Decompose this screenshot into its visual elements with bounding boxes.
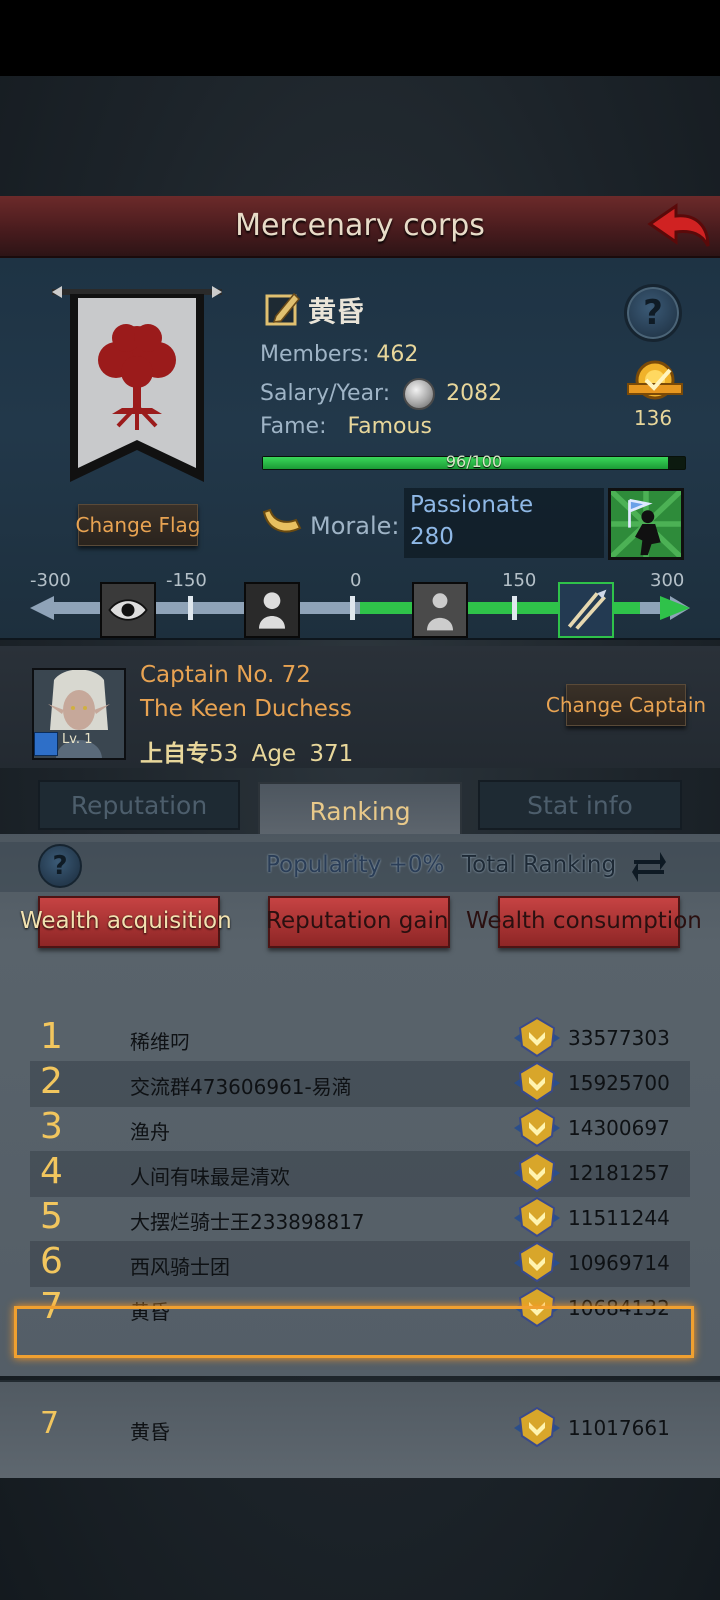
scale-tick-label: -300: [30, 570, 71, 591]
scale-tick-label: -150: [166, 570, 207, 591]
gold-shield-badge-icon: [514, 1196, 560, 1238]
scale-tick-label: 300: [650, 570, 685, 591]
player-name: 人间有味最是清欢: [130, 1165, 290, 1189]
question-icon: ?: [52, 851, 68, 881]
player-score: 33577303: [568, 1026, 670, 1050]
gold-shield-badge-icon: [514, 1151, 560, 1193]
my-rank-score: 11017661: [568, 1416, 670, 1440]
player-name: 交流群473606961-易滴: [130, 1075, 352, 1099]
change-flag-button[interactable]: Change Flag: [76, 504, 200, 546]
fame-progress-text: 96/100: [445, 452, 503, 471]
passionate-icon[interactable]: [558, 582, 614, 638]
passionate-morale-icon[interactable]: [608, 488, 684, 560]
player-score: 14300697: [568, 1116, 670, 1140]
rank-number: 5: [40, 1196, 63, 1237]
my-rank-number: 7: [40, 1406, 60, 1441]
ranking-help-button[interactable]: ?: [38, 844, 82, 888]
fame-label: Fame:: [260, 414, 327, 439]
category-label: Wealth consumption: [466, 908, 702, 934]
captain-number: Captain No. 72: [140, 662, 311, 688]
despair-icon[interactable]: [244, 582, 300, 638]
player-name: 渔舟: [130, 1120, 170, 1144]
current-player-highlight: [14, 1306, 694, 1358]
members-label: Members:: [260, 342, 370, 367]
category-label: Reputation gain: [266, 908, 449, 934]
calm-icon[interactable]: [412, 582, 468, 638]
captain-title: The Keen Duchess: [140, 696, 352, 722]
horn-icon: [262, 508, 302, 533]
gold-shield-badge-icon: [514, 1406, 560, 1448]
rank-number: 6: [40, 1241, 63, 1282]
swap-arrows-icon[interactable]: [630, 848, 668, 886]
rank-count: 136: [633, 406, 673, 430]
morale-value: 280: [410, 524, 454, 550]
gold-shield-badge-icon: [514, 1016, 560, 1058]
fame-line: Fame: Famous: [260, 414, 432, 439]
age-value: 371: [309, 741, 354, 767]
members-value: 462: [376, 342, 419, 367]
popularity-text: Popularity +0%: [266, 852, 445, 878]
player-score: 15925700: [568, 1071, 670, 1095]
captain-name: 上自专: [140, 741, 209, 767]
gold-shield-badge-icon: [514, 1061, 560, 1103]
age-label: Age: [251, 741, 297, 767]
members-line: Members: 462: [260, 342, 418, 367]
rank-number: 4: [40, 1151, 63, 1192]
back-arrow-icon[interactable]: [646, 202, 712, 252]
rank-number: 2: [40, 1061, 63, 1102]
scale-tick-label: 0: [350, 570, 362, 591]
fame-value: Famous: [347, 414, 432, 439]
player-score: 12181257: [568, 1161, 670, 1185]
corps-name: 黄昏: [308, 295, 365, 328]
salary-line: Salary/Year: 2082: [260, 378, 502, 410]
captain-name-number: 53: [209, 741, 239, 767]
salary-label: Salary/Year:: [260, 381, 391, 406]
player-name: 西风骑士团: [130, 1255, 230, 1279]
change-captain-button[interactable]: Change Captain: [546, 684, 706, 726]
question-icon: ?: [643, 293, 663, 333]
edit-name-icon[interactable]: [264, 290, 302, 328]
player-score: 11511244: [568, 1206, 670, 1230]
gold-shield-badge-icon: [514, 1241, 560, 1283]
my-rank-name: 黄昏: [130, 1420, 170, 1444]
captain-level: Lv. 1: [62, 732, 93, 747]
morale-state: Passionate: [410, 492, 534, 518]
rank-medal-icon[interactable]: [624, 358, 686, 408]
tab-stat-info[interactable]: Stat info: [478, 780, 682, 830]
rank-number: 1: [40, 1016, 63, 1057]
page-title: Mercenary corps: [235, 208, 485, 243]
rank-number: 3: [40, 1106, 63, 1147]
silver-coin-icon: [403, 378, 436, 410]
paranoid-eye-icon[interactable]: [100, 582, 156, 638]
corps-flag-banner: [52, 286, 222, 482]
player-name: 稀维叼: [130, 1030, 190, 1054]
total-ranking-label[interactable]: Total Ranking: [462, 852, 616, 878]
status-bar-area: [0, 0, 720, 76]
scale-tick-label: 150: [502, 570, 537, 591]
morale-label: Morale:: [310, 512, 400, 540]
captain-details: 上自专53 Age 371: [140, 734, 353, 768]
header-bar: Mercenary corps: [0, 196, 720, 258]
salary-value: 2082: [446, 381, 503, 406]
tab-ranking[interactable]: Ranking: [258, 782, 462, 838]
gold-shield-badge-icon: [514, 1106, 560, 1148]
tab-reputation[interactable]: Reputation: [38, 780, 240, 830]
player-score: 10969714: [568, 1251, 670, 1275]
category-label: Wealth acquisition: [20, 908, 232, 934]
player-name: 大摆烂骑士王233898817: [130, 1210, 365, 1234]
help-button[interactable]: ?: [624, 284, 682, 342]
